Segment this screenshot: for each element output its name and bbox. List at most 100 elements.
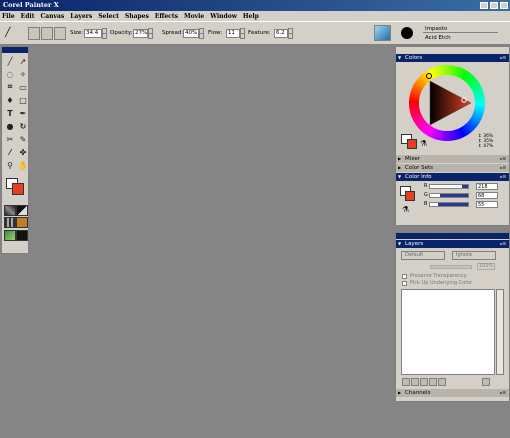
blue-channel-value[interactable]: 55 [476,201,498,208]
menu-canvas[interactable]: Canvas [40,13,64,20]
panel-menu-icon[interactable]: ▸☰ [492,390,506,396]
grabber-icon[interactable]: ✋ [17,159,29,171]
rectangular-selection-icon[interactable]: ▭ [17,81,29,93]
clone-color-icon[interactable]: ⚗ [420,139,427,148]
close-button[interactable] [500,2,508,9]
preserve-transparency-checkbox[interactable] [402,274,407,279]
crop-icon[interactable]: ⌗ [4,81,16,93]
rotate-page-icon[interactable]: ↻ [17,120,29,132]
size-field[interactable]: 34.4 [84,29,102,38]
info-clone-color-icon[interactable]: ⚗ [402,205,409,214]
look-selector-icon[interactable] [16,230,28,241]
paper-selector-icon[interactable] [4,205,16,216]
panel-menu-icon[interactable]: ▸☰ [492,241,506,247]
create-layer-mask-icon[interactable] [420,378,428,386]
new-layer-icon[interactable] [429,378,437,386]
text-icon[interactable]: T [4,107,16,119]
color-info-panel-title: Color Info [405,174,432,180]
value-readout: ↕ 47% [478,144,494,149]
main-color-swatch[interactable] [12,183,24,195]
brush-tilt-icon[interactable] [54,27,66,40]
spread-label: Spread: [162,30,184,36]
red-channel-slider[interactable] [429,184,469,189]
blue-channel-slider[interactable] [429,202,469,207]
spread-stepper[interactable] [199,28,204,39]
brush-shape-icon[interactable] [28,27,40,40]
cloner-icon[interactable]: ✤ [17,146,29,158]
weave-selector-icon[interactable] [4,230,16,241]
menu-edit[interactable]: Edit [21,13,35,20]
size-stepper[interactable] [102,28,107,39]
opacity-field[interactable]: 27% [133,29,148,38]
brush-variant-name[interactable]: Acid Etch [423,34,498,42]
composite-depth-select[interactable]: Ignore [452,251,496,260]
menu-shapes[interactable]: Shapes [125,13,149,20]
menu-movie[interactable]: Movie [184,13,204,20]
green-channel-value[interactable]: 68 [476,192,498,199]
info-main-color-chip[interactable] [405,191,415,201]
layers-list[interactable] [401,289,495,375]
feature-field[interactable]: 6.2 [274,29,288,38]
gradient-selector-icon[interactable] [4,217,16,228]
panel-gripper[interactable] [396,233,509,239]
layers-panel-header[interactable]: Layers ▸☰ [396,240,509,248]
eraser-icon[interactable]: ✎ [17,133,29,145]
magic-wand-icon[interactable]: ✧ [17,68,29,80]
pick-up-underlying-label: Pick Up Underlying Color [410,280,472,286]
layer-opacity-slider[interactable] [430,265,472,269]
maximize-button[interactable] [490,2,498,9]
delete-layer-icon[interactable] [482,378,490,386]
scissors-icon[interactable]: ✂ [4,133,16,145]
panel-menu-icon[interactable]: ▸☰ [492,174,506,180]
lasso-icon[interactable]: ◌ [4,68,16,80]
pick-up-underlying-checkbox[interactable] [402,281,407,286]
color-wheel[interactable] [408,64,486,142]
brush-category-icon[interactable] [374,25,391,41]
feature-stepper[interactable] [288,28,293,39]
channels-panel-header[interactable]: Channels ▸☰ [396,389,509,397]
red-channel-value[interactable]: 218 [476,183,498,190]
dropper-icon[interactable]: ⁄ [4,146,16,158]
nozzle-selector-icon[interactable] [16,217,28,228]
green-channel-slider[interactable] [429,193,469,198]
mixer-panel-header[interactable]: Mixer ▸☰ [396,155,509,163]
color-info-panel-header[interactable]: Color Info ▸☰ [396,173,509,181]
panel-menu-icon[interactable]: ▸☰ [492,55,506,61]
panel-menu-icon[interactable]: ▸☰ [492,156,506,162]
flow-stepper[interactable] [240,28,245,39]
new-group-icon[interactable] [438,378,446,386]
dynamic-plugins-icon[interactable] [411,378,419,386]
color-sets-panel-header[interactable]: Color Sets ▸☰ [396,164,509,172]
magnifier-icon[interactable]: ⚲ [4,159,16,171]
layers-scrollbar[interactable] [496,289,504,375]
menu-file[interactable]: File [2,13,15,20]
brush-tool-icon[interactable]: ╱ [5,28,10,38]
minimize-button[interactable] [480,2,488,9]
panel-menu-icon[interactable]: ▸☰ [492,165,506,171]
menu-help[interactable]: Help [243,13,259,20]
paint-bucket-icon[interactable]: ♦ [4,94,16,106]
flow-field[interactable]: 11 [226,29,240,38]
brush-dab-preview-icon[interactable] [401,27,413,39]
brush-size-icon[interactable] [41,27,53,40]
layer-opacity-field[interactable]: 100% [477,263,495,270]
pattern-selector-icon[interactable] [16,205,28,216]
spread-field[interactable]: 40% [183,29,199,38]
brush-tool-icon[interactable]: ╱ [4,55,16,67]
menu-layers[interactable]: Layers [70,13,92,20]
layer-commands-icon[interactable] [402,378,410,386]
layer-adjuster-icon[interactable]: ➚ [17,55,29,67]
brush-category-name[interactable]: Impasto [423,25,498,33]
opacity-stepper[interactable] [148,28,153,39]
menu-select[interactable]: Select [98,13,119,20]
menu-effects[interactable]: Effects [155,13,178,20]
colors-panel-header[interactable]: Colors ▸☰ [396,54,509,62]
pen-icon[interactable]: ✒ [17,107,29,119]
flow-label: Flow: [208,30,223,36]
menu-window[interactable]: Window [210,13,237,20]
rectangle-shape-icon[interactable]: □ [17,94,29,106]
opacity-label: Opacity: [110,30,133,36]
dodge-icon[interactable]: ● [4,120,16,132]
composite-method-select[interactable]: Default [401,251,445,260]
main-color-chip[interactable] [407,139,417,149]
